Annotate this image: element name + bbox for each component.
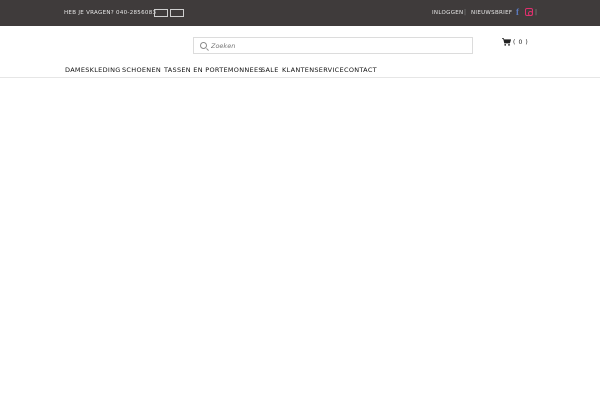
topbar-separator: | [464, 9, 467, 16]
nav-item-schoenen[interactable]: SCHOENEN [122, 66, 161, 74]
topbar-trailing-separator: | [535, 9, 538, 16]
instagram-icon[interactable] [525, 8, 533, 16]
search-box [193, 37, 473, 54]
search-input[interactable] [211, 40, 461, 52]
main-navigation: DAMESKLEDING SCHOENEN TASSEN EN PORTEMON… [0, 62, 600, 78]
top-bar: HEB JE VRAGEN? 040-2856083 INLOGGEN | NI… [0, 0, 600, 26]
newsletter-link[interactable]: NIEUWSBRIEF [471, 10, 512, 16]
search-icon[interactable] [200, 42, 207, 49]
language-flag-button-2[interactable] [170, 9, 184, 17]
contact-phone-text: HEB JE VRAGEN? 040-2856083 [64, 10, 157, 16]
facebook-icon[interactable]: f [516, 8, 522, 17]
nav-item-contact[interactable]: CONTACT [344, 66, 377, 74]
login-link[interactable]: INLOGGEN [432, 10, 463, 16]
cart-count: ( 0 ) [513, 39, 529, 46]
language-flag-button-1[interactable] [154, 9, 168, 17]
nav-item-klantenservice[interactable]: KLANTENSERVICE [282, 66, 344, 74]
nav-item-sale[interactable]: SALE [261, 66, 279, 74]
cart-icon [502, 38, 511, 46]
nav-item-tassen-en-portemonnees[interactable]: TASSEN EN PORTEMONNEES [164, 66, 263, 74]
nav-item-dameskleding[interactable]: DAMESKLEDING [65, 66, 121, 74]
